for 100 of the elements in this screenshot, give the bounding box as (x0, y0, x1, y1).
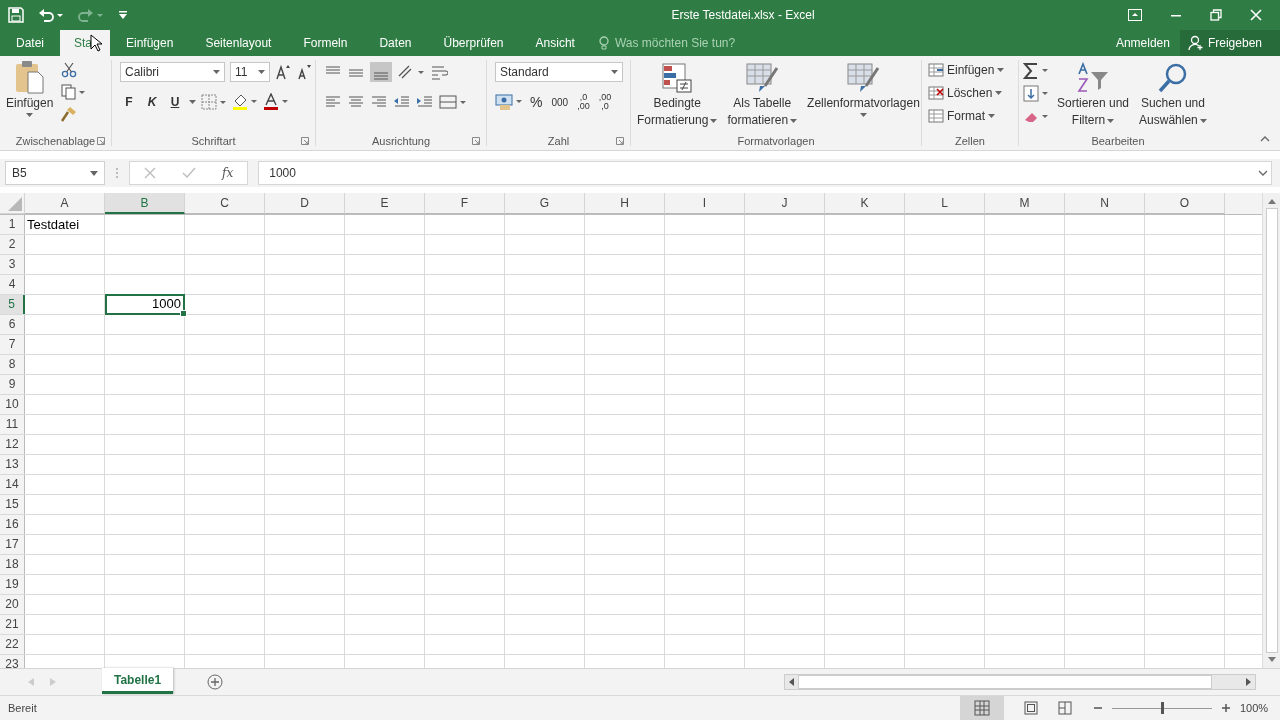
sign-in-link[interactable]: Anmelden (1105, 36, 1180, 50)
row-header[interactable]: 20 (0, 595, 25, 614)
save-icon[interactable] (8, 7, 24, 23)
scissors-icon[interactable] (61, 62, 78, 78)
sort-filter-button[interactable]: Sortieren und Filtern (1055, 60, 1132, 128)
ribbon-tab[interactable]: Formeln (287, 30, 364, 56)
column-header[interactable]: I (665, 193, 745, 214)
zoom-level-text[interactable]: 100% (1240, 702, 1272, 714)
dialog-launcher-icon[interactable] (616, 137, 624, 145)
ribbon-tab[interactable]: Überprüfen (427, 30, 520, 56)
format-cells-button[interactable]: Format (928, 106, 995, 126)
thousands-separator-button[interactable]: 000 (549, 96, 571, 108)
add-sheet-icon[interactable] (207, 674, 224, 690)
sheet-tab[interactable]: Tabelle1 (102, 668, 174, 694)
delete-cells-button[interactable]: Löschen (928, 83, 1003, 103)
column-header[interactable]: H (585, 193, 665, 214)
tell-me-field[interactable]: Was möchten Sie tun? (612, 35, 757, 51)
column-header[interactable]: J (745, 193, 825, 214)
decrease-decimal-button[interactable]: ,00 ,0 (596, 93, 614, 111)
undo-icon[interactable] (38, 8, 64, 22)
column-header[interactable]: C (185, 193, 265, 214)
row-header[interactable]: 18 (0, 555, 25, 574)
font-name-field[interactable]: Calibri (120, 62, 225, 82)
column-header[interactable]: O (1145, 193, 1225, 214)
row-header[interactable]: 10 (0, 395, 25, 414)
copy-icon[interactable] (61, 84, 86, 100)
formula-field[interactable]: 1000 (258, 161, 1272, 185)
row-header[interactable]: 17 (0, 535, 25, 554)
font-size-field[interactable]: 11 (230, 62, 270, 82)
dialog-launcher-icon[interactable] (301, 137, 309, 145)
ribbon-tab[interactable]: Daten (363, 30, 428, 56)
scroll-up-icon[interactable] (1267, 199, 1276, 204)
orientation-icon[interactable] (397, 64, 425, 80)
font-color-icon[interactable] (263, 93, 289, 111)
column-header[interactable]: A (25, 193, 105, 214)
vertical-scrollbar[interactable] (1262, 193, 1280, 668)
row-header[interactable]: 23 (0, 655, 25, 668)
caret-icon[interactable] (189, 100, 196, 104)
decrease-indent-icon[interactable] (393, 94, 411, 110)
column-header[interactable]: N (1065, 193, 1145, 214)
page-break-view-icon[interactable] (1058, 701, 1072, 715)
conditional-formatting-button[interactable]: Bedingte Formatierung (635, 60, 720, 128)
currency-icon[interactable] (495, 93, 523, 111)
cell-styles-button[interactable]: Zellenformatvorlagen (805, 60, 922, 117)
align-right-icon[interactable] (370, 94, 388, 110)
wrap-text-icon[interactable] (430, 64, 448, 80)
increase-indent-icon[interactable] (416, 94, 434, 110)
row-header[interactable]: 9 (0, 375, 25, 394)
page-layout-view-icon[interactable] (1024, 701, 1038, 715)
row-header[interactable]: 14 (0, 475, 25, 494)
customize-icon[interactable] (118, 10, 128, 20)
column-header[interactable]: E (345, 193, 425, 214)
row-header[interactable]: 2 (0, 235, 25, 254)
row-header[interactable]: 1 (0, 215, 25, 234)
merge-cells-icon[interactable] (439, 94, 467, 110)
increase-decimal-button[interactable]: ,0 ,00 (575, 93, 592, 111)
ribbon-tab[interactable]: Datei (0, 30, 60, 56)
row-header[interactable]: 7 (0, 335, 25, 354)
insert-cells-button[interactable]: Einfügen (928, 60, 1005, 80)
column-header[interactable]: K (825, 193, 905, 214)
row-header[interactable]: 6 (0, 315, 25, 334)
zoom-in-icon[interactable] (1222, 704, 1230, 712)
underline-button[interactable]: U (166, 95, 184, 109)
row-header[interactable]: 8 (0, 355, 25, 374)
dialog-launcher-icon[interactable] (97, 137, 105, 145)
autosum-icon[interactable] (1023, 62, 1049, 80)
row-header[interactable]: 22 (0, 635, 25, 654)
align-center-icon[interactable] (347, 94, 365, 110)
bold-button[interactable]: F (120, 95, 138, 109)
column-header[interactable]: D (265, 193, 345, 214)
scroll-down-icon[interactable] (1267, 657, 1276, 662)
align-left-icon[interactable] (324, 94, 342, 110)
row-header[interactable]: 21 (0, 615, 25, 634)
column-header[interactable]: M (985, 193, 1065, 214)
ribbon-tab[interactable]: Ansicht (519, 30, 591, 56)
row-header[interactable]: 12 (0, 435, 25, 454)
restore-icon[interactable] (1210, 9, 1222, 21)
row-header[interactable]: 16 (0, 515, 25, 534)
shrink-font-icon[interactable] (296, 64, 312, 80)
insert-function-button[interactable]: fx (222, 166, 234, 180)
row-header[interactable]: 11 (0, 415, 25, 434)
ribbon-display-icon[interactable] (1128, 9, 1142, 21)
borders-icon[interactable] (201, 94, 227, 110)
close-icon[interactable] (1250, 9, 1262, 21)
name-box[interactable]: B5 (5, 161, 105, 185)
grow-font-icon[interactable] (275, 64, 291, 80)
row-header[interactable]: 19 (0, 575, 25, 594)
scroll-left-icon[interactable] (789, 678, 794, 686)
column-header[interactable]: B (105, 193, 185, 214)
horizontal-scrollbar[interactable] (784, 674, 1256, 690)
column-header[interactable]: G (505, 193, 585, 214)
share-button[interactable]: Freigeben (1179, 30, 1280, 56)
row-header[interactable]: 5 (0, 295, 25, 314)
expand-icon[interactable] (1258, 170, 1268, 176)
check-icon[interactable] (182, 167, 196, 179)
row-header[interactable]: 3 (0, 255, 25, 274)
redo-icon[interactable] (78, 8, 104, 22)
fill-color-icon[interactable] (232, 93, 258, 111)
row-header[interactable]: 15 (0, 495, 25, 514)
fill-down-icon[interactable] (1023, 85, 1049, 103)
